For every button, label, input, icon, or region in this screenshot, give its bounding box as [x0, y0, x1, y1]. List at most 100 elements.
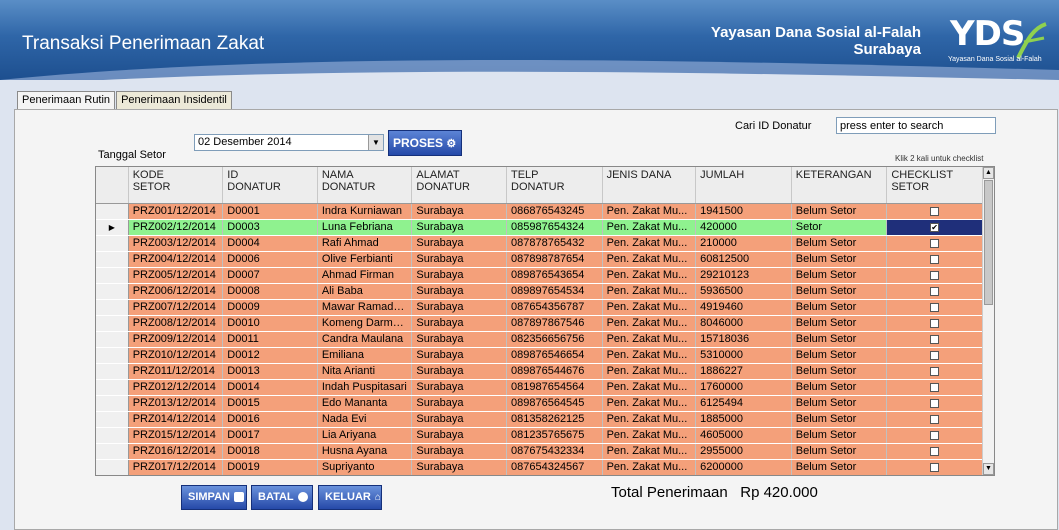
table-cell[interactable]: PRZ013/12/2014 [128, 395, 224, 412]
table-row[interactable]: PRZ014/12/2014 D0016 Nada Evi Surabaya 08135… [96, 411, 983, 428]
checklist-checkbox[interactable] [930, 334, 940, 344]
table-cell[interactable]: Belum Setor [791, 459, 888, 475]
checklist-cell[interactable] [886, 251, 983, 268]
table-cell[interactable]: Pen. Zakat Mu... [602, 395, 697, 412]
row-indicator[interactable] [96, 411, 129, 428]
table-cell[interactable]: Ahmad Firman [317, 267, 413, 284]
checklist-cell[interactable] [886, 411, 983, 428]
table-row[interactable]: PRZ005/12/2014 D0007 Ahmad Firman Surabaya 0… [96, 267, 983, 284]
checklist-cell[interactable] [886, 203, 983, 220]
table-cell[interactable]: 081987654564 [506, 379, 603, 396]
table-cell[interactable]: PRZ003/12/2014 [128, 235, 224, 252]
table-cell[interactable]: Pen. Zakat Mu... [602, 283, 697, 300]
table-row[interactable]: PRZ006/12/2014 D0008 Ali Baba Surabaya 08989… [96, 283, 983, 300]
table-cell[interactable]: PRZ001/12/2014 [128, 203, 224, 220]
table-row[interactable]: PRZ013/12/2014 D0015 Edo Mananta Surabaya 08… [96, 395, 983, 412]
table-row[interactable]: PRZ011/12/2014 D0013 Nita Arianti Surabaya 0… [96, 363, 983, 380]
row-indicator[interactable] [96, 459, 129, 475]
checklist-checkbox[interactable] [930, 286, 940, 296]
table-cell[interactable]: Pen. Zakat Mu... [602, 315, 697, 332]
table-cell[interactable]: D0013 [222, 363, 318, 380]
table-cell[interactable]: Rafi Ahmad [317, 235, 413, 252]
table-cell[interactable]: Belum Setor [791, 203, 888, 220]
checklist-checkbox[interactable] [930, 350, 940, 360]
checklist-checkbox[interactable] [930, 414, 940, 424]
batal-button[interactable]: BATAL [251, 485, 313, 510]
table-cell[interactable]: 089876564545 [506, 395, 603, 412]
table-cell[interactable]: Belum Setor [791, 347, 888, 364]
checklist-checkbox[interactable] [930, 398, 940, 408]
row-indicator[interactable] [96, 363, 129, 380]
table-cell[interactable]: Mawar Ramadh... [317, 299, 413, 316]
checklist-cell[interactable] [886, 331, 983, 348]
simpan-button[interactable]: SIMPAN [181, 485, 247, 510]
table-cell[interactable]: 089897654534 [506, 283, 603, 300]
column-header[interactable]: JUMLAH [695, 167, 792, 204]
table-cell[interactable]: Surabaya [411, 203, 507, 220]
table-cell[interactable]: Belum Setor [791, 315, 888, 332]
table-cell[interactable]: Surabaya [411, 443, 507, 460]
table-cell[interactable]: 4605000 [695, 427, 792, 444]
table-cell[interactable]: Surabaya [411, 459, 507, 475]
table-row[interactable]: PRZ016/12/2014 D0018 Husna Ayana Surabaya 08… [96, 443, 983, 460]
table-cell[interactable]: D0008 [222, 283, 318, 300]
table-cell[interactable]: D0016 [222, 411, 318, 428]
table-cell[interactable]: Supriyanto [317, 459, 413, 475]
row-indicator[interactable] [96, 395, 129, 412]
column-header[interactable]: KODE SETOR [128, 167, 224, 204]
table-cell[interactable]: Pen. Zakat Mu... [602, 235, 697, 252]
table-cell[interactable]: 089876544676 [506, 363, 603, 380]
table-cell[interactable]: 085987654324 [506, 219, 603, 236]
column-header[interactable]: CHECKLIST SETOR [886, 167, 983, 204]
dropdown-arrow-icon[interactable]: ▼ [368, 135, 383, 150]
table-cell[interactable]: PRZ008/12/2014 [128, 315, 224, 332]
table-cell[interactable]: Surabaya [411, 315, 507, 332]
table-cell[interactable]: 087654324567 [506, 459, 603, 475]
table-cell[interactable]: PRZ005/12/2014 [128, 267, 224, 284]
table-cell[interactable]: Belum Setor [791, 427, 888, 444]
table-cell[interactable]: PRZ014/12/2014 [128, 411, 224, 428]
table-cell[interactable]: Ali Baba [317, 283, 413, 300]
table-cell[interactable]: Surabaya [411, 395, 507, 412]
table-cell[interactable]: Belum Setor [791, 251, 888, 268]
table-cell[interactable]: 15718036 [695, 331, 792, 348]
table-cell[interactable]: D0014 [222, 379, 318, 396]
table-cell[interactable]: D0010 [222, 315, 318, 332]
table-cell[interactable]: 1941500 [695, 203, 792, 220]
table-cell[interactable]: Belum Setor [791, 395, 888, 412]
table-cell[interactable]: Surabaya [411, 331, 507, 348]
table-cell[interactable]: Pen. Zakat Mu... [602, 363, 697, 380]
table-cell[interactable]: Belum Setor [791, 443, 888, 460]
checklist-checkbox[interactable]: ✔ [930, 222, 940, 232]
table-cell[interactable]: Lia Ariyana [317, 427, 413, 444]
table-cell[interactable]: Indah Puspitasari [317, 379, 413, 396]
tab-penerimaan-rutin[interactable]: Penerimaan Rutin [17, 91, 116, 110]
row-indicator[interactable] [96, 331, 129, 348]
table-cell[interactable]: Edo Mananta [317, 395, 413, 412]
checklist-cell[interactable]: ✔ [886, 219, 983, 236]
table-cell[interactable]: 087654356787 [506, 299, 603, 316]
table-cell[interactable]: 086876543245 [506, 203, 603, 220]
table-cell[interactable]: 60812500 [695, 251, 792, 268]
table-cell[interactable]: Belum Setor [791, 283, 888, 300]
table-cell[interactable]: D0006 [222, 251, 318, 268]
table-cell[interactable]: Emiliana [317, 347, 413, 364]
table-row[interactable]: PRZ004/12/2014 D0006 Olive Ferbianti Suraba… [96, 251, 983, 268]
table-cell[interactable]: Surabaya [411, 299, 507, 316]
table-cell[interactable]: 1885000 [695, 411, 792, 428]
table-cell[interactable]: PRZ009/12/2014 [128, 331, 224, 348]
table-cell[interactable]: Belum Setor [791, 267, 888, 284]
checklist-checkbox[interactable] [930, 318, 940, 328]
row-indicator[interactable] [96, 283, 129, 300]
table-cell[interactable]: Indra Kurniawan [317, 203, 413, 220]
table-cell[interactable]: Pen. Zakat Mu... [602, 347, 697, 364]
table-cell[interactable]: Belum Setor [791, 411, 888, 428]
table-row[interactable]: ▶ PRZ002/12/2014 D0003 Luna Febriana Surabay… [96, 219, 983, 236]
table-cell[interactable]: Belum Setor [791, 379, 888, 396]
table-cell[interactable]: D0018 [222, 443, 318, 460]
checklist-checkbox[interactable] [930, 270, 940, 280]
table-row[interactable]: PRZ009/12/2014 D0011 Candra Maulana Surabay… [96, 331, 983, 348]
table-cell[interactable]: 210000 [695, 235, 792, 252]
proses-button[interactable]: PROSES ⚙ [388, 130, 462, 156]
table-cell[interactable]: D0019 [222, 459, 318, 475]
